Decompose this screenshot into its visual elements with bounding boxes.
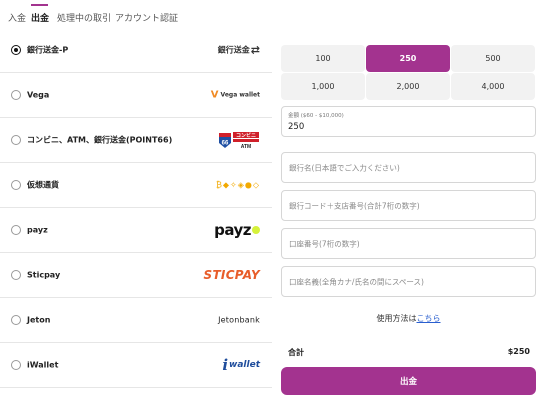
- crypto-icons: ₿◆✧◈●◇: [215, 180, 260, 190]
- point66-text: コンビニ: [236, 132, 256, 139]
- crypto-coins-icon: ₿◆✧◈●◇: [216, 181, 260, 190]
- amount-input-label: 金額 ($60 - $10,000): [288, 113, 344, 119]
- method-konbini-atm-point66[interactable]: コンビニ、ATM、銀行送金(POINT66) 66 コンビニ ATM: [0, 118, 272, 163]
- withdraw-submit-button[interactable]: 出金: [281, 367, 536, 395]
- bank-transfer-logo: 銀行送金 ⇄: [218, 44, 260, 57]
- point66-logo-graphic: 66 コンビニ ATM: [219, 132, 259, 150]
- tab-pending-transactions[interactable]: 処理中の取引: [57, 11, 111, 24]
- method-label: 仮想通貨: [27, 180, 59, 190]
- point66-atm-text: ATM: [241, 144, 251, 150]
- sticpay-logo-text: STICPAY: [203, 268, 260, 282]
- method-label: Vega: [27, 90, 50, 100]
- account-holder-name-input[interactable]: 口座名義(全角カナ/氏名の間にスペース): [281, 266, 536, 297]
- amount-button-100[interactable]: 100: [281, 45, 365, 72]
- tab-account-verification[interactable]: アカウント認証: [115, 11, 178, 24]
- radio-unselected[interactable]: [11, 360, 21, 370]
- method-label: コンビニ、ATM、銀行送金(POINT66): [27, 135, 173, 145]
- iwallet-i-icon: i: [222, 356, 229, 374]
- vega-v-icon: V: [210, 89, 219, 101]
- tab-withdraw[interactable]: 出金: [31, 11, 49, 24]
- amount-input-value: 250: [288, 122, 305, 132]
- radio-selected[interactable]: [11, 45, 21, 55]
- account-number-placeholder: 口座番号(7桁の数字): [289, 239, 360, 248]
- vega-wallet-logo: V Vega wallet: [211, 90, 260, 101]
- payz-logo: payz: [214, 221, 260, 239]
- method-vega[interactable]: Vega V Vega wallet: [0, 73, 272, 118]
- method-label: payz: [27, 225, 48, 235]
- iwallet-logo-text: wallet: [229, 360, 260, 370]
- method-label: Sticpay: [27, 270, 61, 280]
- payz-dot-icon: [252, 226, 260, 234]
- payment-method-list: 銀行送金-P 銀行送金 ⇄ Vega V Vega wallet コンビニ、ATM、…: [0, 28, 272, 400]
- radio-unselected[interactable]: [11, 180, 21, 190]
- amount-button-500[interactable]: 500: [451, 45, 535, 72]
- method-crypto[interactable]: 仮想通貨 ₿◆✧◈●◇: [0, 163, 272, 208]
- bank-transfer-logo-text: 銀行送金: [217, 45, 250, 55]
- account-tabs: 入金 出金 処理中の取引 アカウント認証: [0, 0, 543, 28]
- point66-number: 66: [222, 141, 229, 147]
- vega-logo-text: Vega wallet: [220, 91, 260, 99]
- bank-branch-code-placeholder: 銀行コード＋支店番号(合計7桁の数字): [289, 201, 420, 210]
- radio-unselected[interactable]: [11, 225, 21, 235]
- payz-logo-text: payz: [214, 221, 251, 239]
- total-label: 合計: [288, 348, 304, 357]
- active-tab-indicator: [31, 4, 48, 6]
- method-payz[interactable]: payz payz: [0, 208, 272, 253]
- bank-name-input[interactable]: 銀行名(日本語でご入力ください): [281, 152, 536, 183]
- bank-branch-code-input[interactable]: 銀行コード＋支店番号(合計7桁の数字): [281, 190, 536, 221]
- radio-unselected[interactable]: [11, 90, 21, 100]
- how-to-use-link[interactable]: こちら: [417, 314, 441, 323]
- amount-button-2000[interactable]: 2,000: [366, 73, 450, 100]
- radio-unselected[interactable]: [11, 270, 21, 280]
- how-to-use-text: 使用方法はこちら: [281, 313, 536, 324]
- account-holder-name-placeholder: 口座名義(全角カナ/氏名の間にスペース): [289, 277, 424, 286]
- amount-button-1000[interactable]: 1,000: [281, 73, 365, 100]
- radio-unselected[interactable]: [11, 315, 21, 325]
- jetonbank-logo-text: Jetonbank: [218, 315, 260, 325]
- amount-input[interactable]: 金額 ($60 - $10,000) 250: [281, 106, 536, 137]
- bank-name-placeholder: 銀行名(日本語でご入力ください): [289, 163, 400, 172]
- transfer-arrows-icon: ⇄: [250, 43, 260, 57]
- how-to-use-prefix: 使用方法は: [376, 314, 417, 323]
- account-number-input[interactable]: 口座番号(7桁の数字): [281, 228, 536, 259]
- method-sticpay[interactable]: Sticpay STICPAY: [0, 253, 272, 298]
- method-label: iWallet: [27, 360, 59, 370]
- jetonbank-logo: Jetonbank: [218, 316, 260, 325]
- iwallet-logo: i wallet: [222, 356, 260, 374]
- amount-button-250[interactable]: 250: [366, 45, 450, 72]
- method-iwallet[interactable]: iWallet i wallet: [0, 343, 272, 388]
- point66-logo: 66 コンビニ ATM: [218, 130, 260, 150]
- method-jeton[interactable]: Jeton Jetonbank: [0, 298, 272, 343]
- total-value: $250: [507, 347, 530, 356]
- amount-button-4000[interactable]: 4,000: [451, 73, 535, 100]
- method-bank-transfer-p[interactable]: 銀行送金-P 銀行送金 ⇄: [0, 28, 272, 73]
- radio-unselected[interactable]: [11, 135, 21, 145]
- method-label: Jeton: [27, 315, 51, 325]
- tab-deposit[interactable]: 入金: [8, 11, 26, 24]
- method-label: 銀行送金-P: [27, 45, 69, 55]
- sticpay-logo: STICPAY: [204, 268, 261, 282]
